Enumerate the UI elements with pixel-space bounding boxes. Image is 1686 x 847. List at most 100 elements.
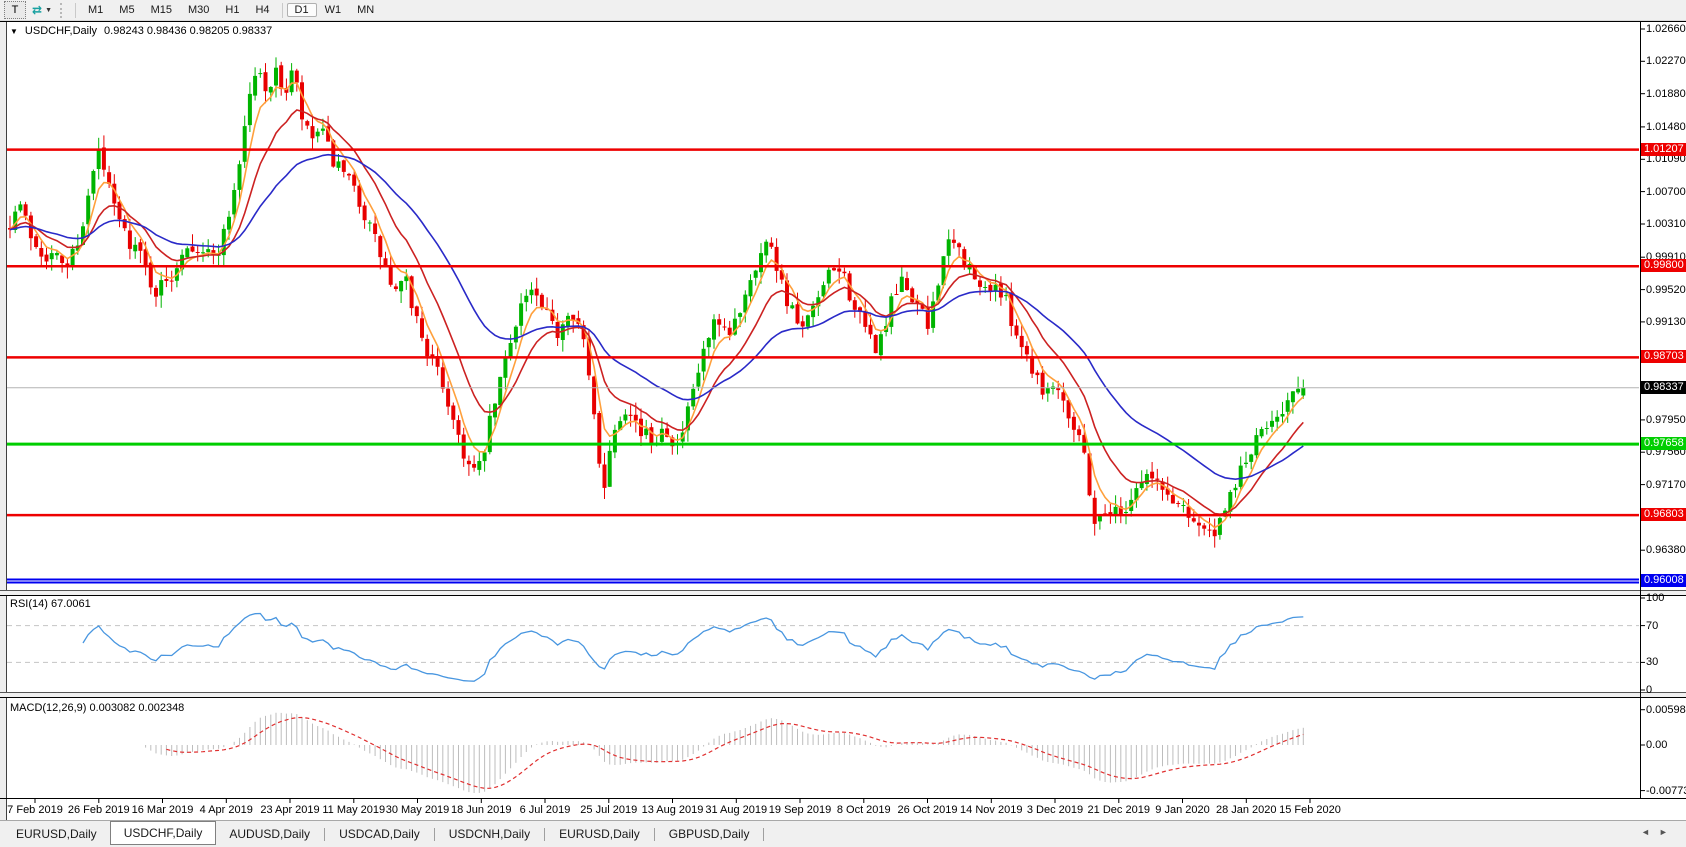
macd-layer [145,709,1645,793]
tab-separator [433,827,435,841]
price-tick-label: 0.99130 [1646,315,1686,328]
date-tick-label: 19 Sep 2019 [768,804,832,816]
date-tick-label: 28 Jan 2020 [1215,804,1277,816]
ohlc-values: 0.98243 0.98436 0.98205 0.98337 [104,25,273,37]
macd-scale-label: -0.007737 [1646,784,1686,797]
timeframe-m1[interactable]: M1 [80,3,111,17]
price-tick-label: 1.02270 [1646,55,1686,68]
date-tick-label: 4 Apr 2019 [199,804,253,816]
arrows-icon: ⇄ [32,3,43,17]
rsi-scale-label: 100 [1646,592,1665,604]
hline-price-badge: 0.98703 [1641,350,1686,364]
scroll-left-icon[interactable]: ◄ [1641,827,1650,837]
chart-title: ▼ USDCHF,Daily 0.98243 0.98436 0.98205 0… [10,25,272,37]
macd-signal-line [166,716,1304,789]
rsi-name: RSI(14) [10,598,48,610]
toolbar-grip[interactable] [60,2,65,18]
tab-separator [324,827,326,841]
tab-bar: EURUSD,Daily USDCHF,Daily AUDUSD,Daily USDC… [0,820,1686,847]
hline-price-badge: 0.96008 [1641,574,1686,588]
rsi-scale-label: 30 [1646,656,1659,669]
date-tick-label: 18 Jun 2019 [450,804,512,816]
date-tick-label: 15 Feb 2020 [1279,804,1341,816]
macd-scale-label: 0.005986 [1646,703,1686,716]
macd-label: MACD(12,26,9) 0.003082 0.002348 [10,702,184,714]
hlines-layer [7,148,1639,584]
hline-price-badge: 1.01207 [1641,142,1686,156]
toolbar-separator [75,2,76,18]
price-tick-label: 1.01480 [1646,120,1686,133]
current-price-badge: 0.98337 [1641,380,1686,394]
date-tick-label: 25 Jul 2019 [580,804,638,816]
macd-values: 0.003082 0.002348 [89,702,185,714]
date-tick-label: 3 Dec 2019 [1026,804,1084,816]
price-tick-label: 0.96380 [1646,544,1686,557]
tabs: EURUSD,Daily USDCHF,Daily AUDUSD,Daily USDC… [3,820,765,845]
date-tick-label: 26 Feb 2019 [67,804,130,816]
date-tick-label: 16 Mar 2019 [131,804,194,816]
tab-eurusd-daily-0[interactable]: EURUSD,Daily [3,825,110,844]
price-tick-label: 1.00310 [1646,218,1686,230]
tab-scroll-arrows: ◄ ► [1641,827,1677,837]
rsi-layer [7,597,1645,691]
tab-usdcad-daily-3[interactable]: USDCAD,Daily [326,825,433,844]
timeframe-buttons: M1 M5 M15 M30 H1 H4 D1 W1 MN [80,2,382,18]
hline-price-badge: 0.96803 [1641,508,1686,522]
window-left-edge [0,21,7,820]
timeframe-m5[interactable]: M5 [111,3,142,17]
price-tick-label: 1.00700 [1646,185,1686,198]
date-tick-label: 11 May 2019 [322,804,386,816]
tab-separator [653,827,655,841]
timeframe-w1[interactable]: W1 [317,3,350,17]
collapse-icon[interactable]: ▼ [10,27,18,36]
cursor-tool-button[interactable]: ⇄ ▼ [32,3,52,17]
rsi-label: RSI(14) 67.0061 [10,598,91,610]
candles-layer [8,57,1306,548]
date-tick-label: 9 Jan 2020 [1155,804,1210,816]
scroll-right-icon[interactable]: ► [1659,827,1668,837]
date-tick-label: 31 Aug 2019 [705,804,768,816]
date-tick-label: 6 Jul 2019 [519,804,571,816]
date-tick-label: 21 Dec 2019 [1087,804,1150,816]
price-tick-label: 1.02660 [1646,22,1686,35]
tab-usdcnh-daily-4[interactable]: USDCNH,Daily [436,825,543,844]
rsi-scale-label: 70 [1646,619,1659,632]
hline-price-badge: 0.99800 [1641,259,1686,273]
timeframe-mn[interactable]: MN [349,3,382,17]
date-tick-label: 13 Aug 2019 [641,804,704,816]
tab-separator [763,827,765,841]
tab-audusd-daily-2[interactable]: AUDUSD,Daily [216,825,323,844]
rsi-scale-label: 0 [1646,684,1653,696]
date-tick-label: 23 Apr 2019 [260,804,320,816]
macd-name: MACD(12,26,9) [10,702,87,714]
timeframe-h4[interactable]: H4 [247,3,277,17]
chart-canvas[interactable] [0,0,1686,847]
timeframe-m30[interactable]: M30 [180,3,217,17]
date-tick-label: 14 Nov 2019 [960,804,1023,816]
price-tick-label: 0.97170 [1646,478,1686,491]
date-tick-label: 30 May 2019 [385,804,450,816]
price-tick-label: 0.97950 [1646,413,1686,426]
mt4-window: T ⇄ ▼ M1 M5 M15 M30 H1 H4 D1 W1 MN ▼ USDCHF,Dail… [0,0,1686,847]
tab-eurusd-daily-5[interactable]: EURUSD,Daily [546,825,653,844]
macd-scale-label: 0.00 [1646,739,1668,751]
price-tick-label: 1.01880 [1646,87,1686,100]
tab-gbpusd-daily-6[interactable]: GBPUSD,Daily [656,825,763,844]
date-tick-label: 8 Oct 2019 [836,804,891,816]
date-axis-ticks [34,798,1311,803]
tab-usdchf-daily-1[interactable]: USDCHF,Daily [109,820,217,845]
chevron-down-icon[interactable]: ▼ [45,7,52,14]
text-tool-button[interactable]: T [4,1,26,19]
date-tick-label: 26 Oct 2019 [897,804,958,816]
date-tick-label: 7 Feb 2019 [7,804,63,816]
rsi-line [82,612,1304,682]
timeframe-h1[interactable]: H1 [217,3,247,17]
toolbar-separator [281,2,283,18]
timeframe-m15[interactable]: M15 [143,3,180,17]
slow-ma-line [9,153,1304,481]
rsi-value: 67.0061 [50,598,91,610]
medium-ma-line [9,109,1304,516]
toolbar: T ⇄ ▼ M1 M5 M15 M30 H1 H4 D1 W1 MN [0,0,1686,21]
timeframe-d1[interactable]: D1 [286,3,317,17]
tab-separator [544,827,546,841]
